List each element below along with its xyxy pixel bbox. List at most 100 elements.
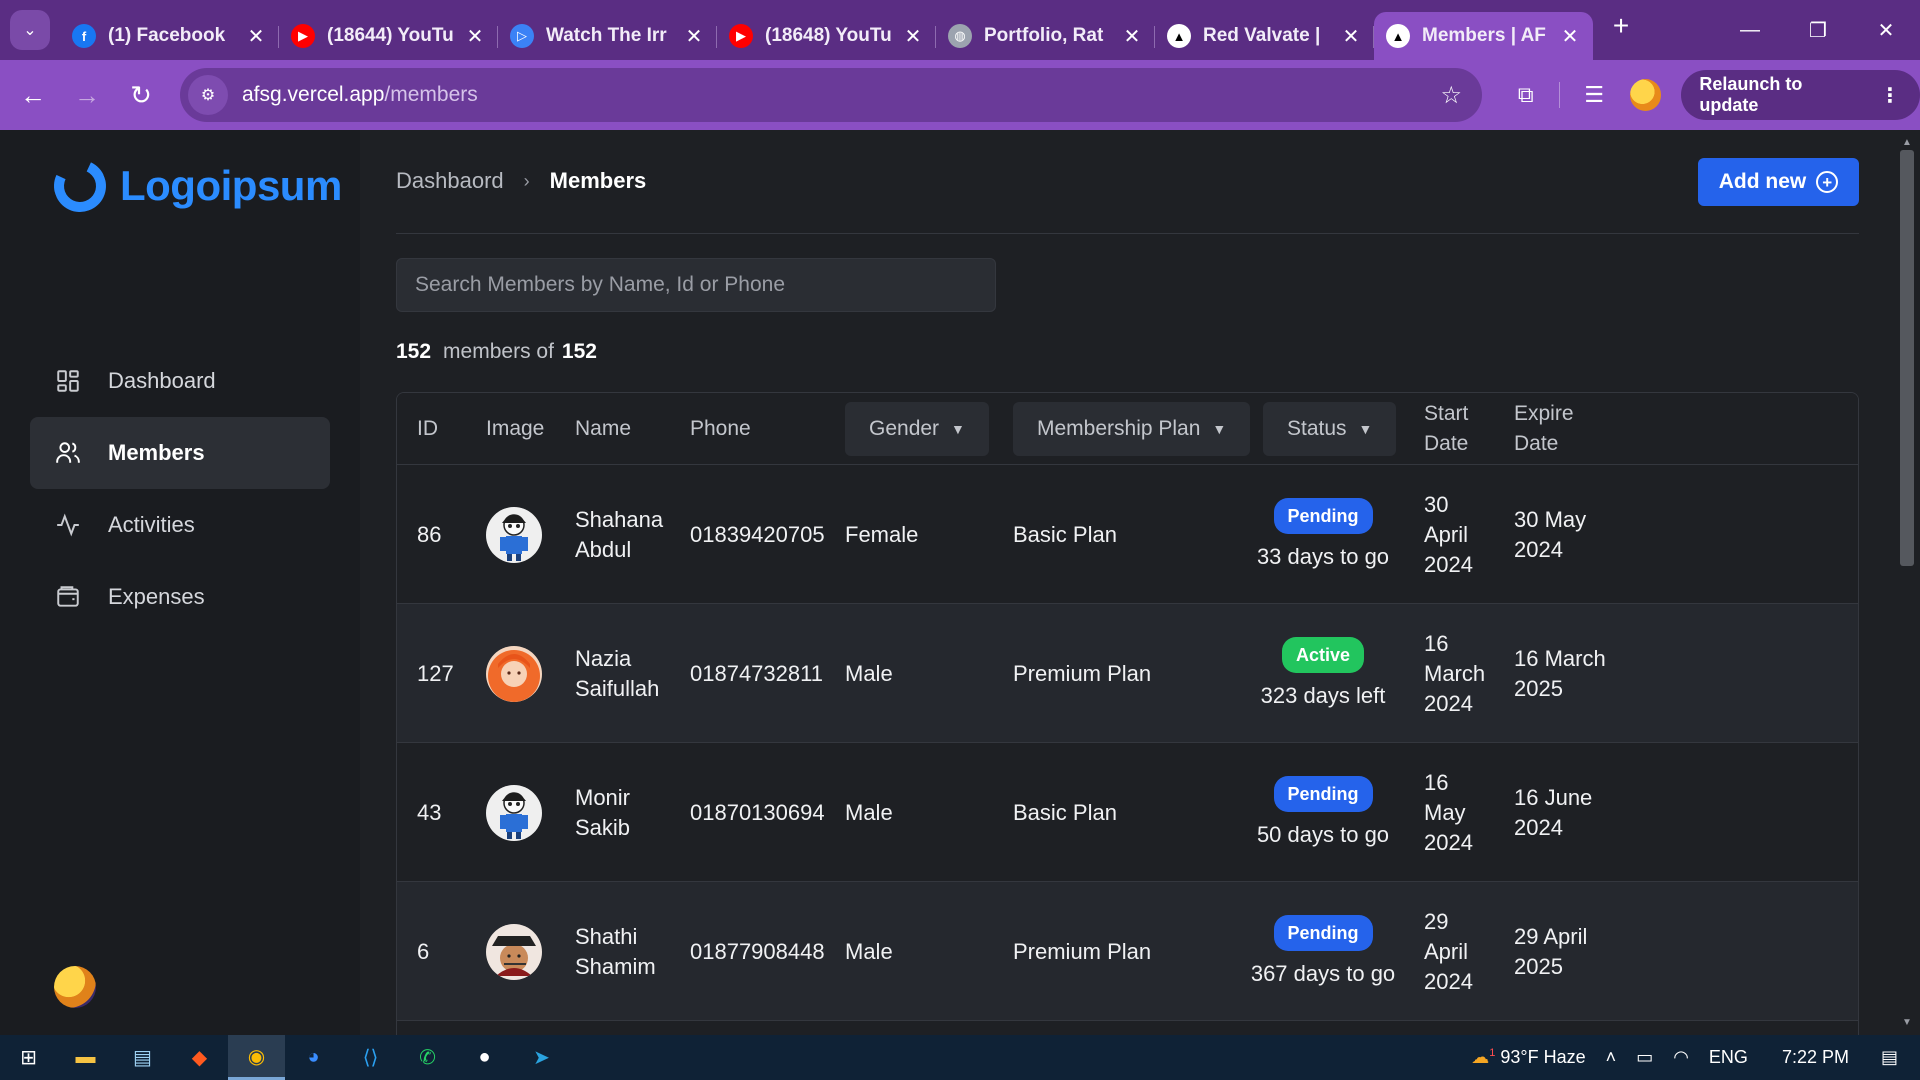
tab-title: Red Valvate | <box>1203 25 1321 46</box>
plus-circle-icon: + <box>1816 171 1839 193</box>
cell-name: Nazia Saifullah <box>575 645 660 701</box>
weather-badge: 1 <box>1489 1047 1496 1059</box>
address-bar[interactable]: ⚙ afsg.vercel.app/members ☆ <box>180 68 1482 122</box>
taskbar-file-explorer[interactable]: ▬ <box>57 1035 114 1080</box>
column-header-name: Name <box>575 417 632 440</box>
taskbar-telegram[interactable]: ➤ <box>513 1035 570 1080</box>
taskbar-vscode[interactable]: ⟨⟩ <box>342 1035 399 1080</box>
tab-close-icon[interactable]: ✕ <box>1559 24 1581 49</box>
search-input[interactable] <box>396 258 996 312</box>
cell-phone: 01870130694 <box>690 799 825 825</box>
tab-close-icon[interactable]: ✕ <box>245 24 267 49</box>
gender-filter-dropdown[interactable]: Gender ▼ <box>845 402 989 456</box>
main-content: Dashbaord › Members Add new + 152 members… <box>360 130 1895 1035</box>
puzzle-icon: ⧉ <box>1517 82 1534 107</box>
table-body: 86 Shahana Abdul 01839420705 Female Basic Pl… <box>397 465 1858 1021</box>
sidebar-item-dashboard[interactable]: Dashboard <box>30 345 330 417</box>
tab-strip: f (1) Facebook ✕ ▶ (18644) YouTu ✕ ▷ Watch The … <box>60 0 1593 60</box>
cell-start-date: 29 April 2024 <box>1424 908 1473 994</box>
profile-avatar[interactable] <box>1629 79 1662 111</box>
tab-close-icon[interactable]: ✕ <box>683 24 705 49</box>
wifi-icon[interactable]: ◠ <box>1673 1047 1689 1068</box>
status-days: 33 days to go <box>1256 543 1390 569</box>
sidebar-item-members[interactable]: Members <box>30 417 330 489</box>
breadcrumb-current: Members <box>549 168 647 193</box>
minimize-button[interactable]: — <box>1716 0 1784 60</box>
cell-gender: Female <box>845 521 919 547</box>
weather-temp: 93°F <box>1500 1047 1539 1067</box>
status-filter-dropdown[interactable]: Status ▼ <box>1263 402 1397 456</box>
more-menu-icon: ⋮ <box>1880 84 1901 107</box>
dashboard-icon <box>54 367 82 395</box>
cell-id: 127 <box>417 660 454 686</box>
bookmark-star-button[interactable]: ☆ <box>1440 81 1462 110</box>
back-button[interactable]: ← <box>6 68 60 122</box>
taskbar-app[interactable]: ● <box>456 1035 513 1080</box>
language-indicator[interactable]: ENG <box>1709 1047 1748 1068</box>
taskbar-notepad[interactable]: ▤ <box>114 1035 171 1080</box>
column-header-expire-date: Expire Date <box>1514 402 1574 455</box>
cell-plan: Basic Plan <box>1013 521 1117 547</box>
site-settings-button[interactable]: ⚙ <box>188 75 228 115</box>
notifications-icon[interactable]: ▤ <box>1881 1047 1898 1068</box>
taskbar-chrome[interactable]: ◉ <box>228 1035 285 1080</box>
skeleton-avatar[interactable] <box>486 506 542 563</box>
shown-count: 152 <box>396 340 432 363</box>
battery-icon[interactable]: ▭ <box>1636 1047 1653 1068</box>
tab-close-icon[interactable]: ✕ <box>902 24 924 49</box>
weather-icon: ☁ <box>1471 1047 1490 1067</box>
scroll-up-arrow-icon[interactable]: ▲ <box>1900 137 1914 148</box>
browser-tab[interactable]: ▷ Watch The Irr ✕ <box>498 12 717 60</box>
tray-chevron-up-icon[interactable]: ˄ <box>1606 1047 1617 1068</box>
wallet-icon <box>54 583 82 611</box>
cell-name: Shathi Shamim <box>575 923 656 979</box>
browser-tab[interactable]: ▲ Red Valvate | ✕ <box>1155 12 1374 60</box>
skeleton-avatar[interactable] <box>486 784 542 841</box>
column-header-id: ID <box>417 417 438 440</box>
cell-start-date: 16 May 2024 <box>1424 769 1473 855</box>
browser-tab[interactable]: ▶ (18644) YouTu ✕ <box>279 12 498 60</box>
sidebar-item-activities[interactable]: Activities <box>30 489 330 561</box>
reload-button[interactable]: ↻ <box>114 68 168 122</box>
tab-close-icon[interactable]: ✕ <box>1121 24 1143 49</box>
table-row[interactable]: 6 Shathi Shamim 01877908448 Male Premium Pla… <box>397 882 1858 1021</box>
brave-icon: ◆ <box>191 1047 208 1069</box>
weather-widget[interactable]: ☁1 93°F Haze <box>1471 1047 1585 1068</box>
tab-close-icon[interactable]: ✕ <box>464 24 486 49</box>
relaunch-button[interactable]: Relaunch to update ⋮ <box>1681 70 1920 120</box>
start-button[interactable]: ⊞ <box>0 1035 57 1080</box>
add-new-button[interactable]: Add new + <box>1698 158 1859 206</box>
table-row[interactable]: 43 Monir Sakib 01870130694 Male Basic Plan Pe… <box>397 743 1858 882</box>
browser-tab[interactable]: ◍ Portfolio, Rat ✕ <box>936 12 1155 60</box>
table-row[interactable]: 127 Nazia Saifullah 01874732811 Male Premium… <box>397 604 1858 743</box>
breadcrumb-root-link[interactable]: Dashbaord <box>396 168 504 194</box>
playlist-icon: ☰ <box>1584 82 1604 107</box>
url-text[interactable]: afsg.vercel.app/members <box>242 83 478 107</box>
reading-list-button[interactable]: ☰ <box>1568 69 1619 121</box>
plan-filter-dropdown[interactable]: Membership Plan ▼ <box>1013 402 1251 456</box>
clock[interactable]: 7:22 PM <box>1782 1047 1849 1068</box>
taskbar-firefox[interactable]: ◕ <box>285 1035 342 1080</box>
extensions-button[interactable]: ⧉ <box>1500 69 1551 121</box>
taskbar-whatsapp[interactable]: ✆ <box>399 1035 456 1080</box>
logo[interactable]: Logoipsum <box>46 152 342 220</box>
browser-tab[interactable]: f (1) Facebook ✕ <box>60 12 279 60</box>
forward-button[interactable]: → <box>60 68 114 122</box>
taskbar-brave[interactable]: ◆ <box>171 1035 228 1080</box>
orange-hair-avatar[interactable] <box>486 645 542 702</box>
restore-button[interactable]: ❐ <box>1784 0 1852 60</box>
browser-tab[interactable]: ▲ Members | AF ✕ <box>1374 12 1593 60</box>
table-row[interactable]: 86 Shahana Abdul 01839420705 Female Basic Pl… <box>397 465 1858 604</box>
scroll-down-arrow-icon[interactable]: ▼ <box>1900 1017 1914 1028</box>
browser-tab[interactable]: ▶ (18648) YouTu ✕ <box>717 12 936 60</box>
scroll-thumb[interactable] <box>1900 150 1914 566</box>
new-tab-button[interactable]: + <box>1599 4 1643 48</box>
tab-close-icon[interactable]: ✕ <box>1340 24 1362 49</box>
cell-start-date: 16 March 2024 <box>1424 630 1486 716</box>
tab-search-button[interactable]: ⌄ <box>10 10 50 50</box>
pirate-avatar[interactable] <box>486 923 542 980</box>
cell-expire-date: 16 June 2024 <box>1514 784 1593 840</box>
close-window-button[interactable]: ✕ <box>1852 0 1920 60</box>
sidebar-item-expenses[interactable]: Expenses <box>30 561 330 633</box>
user-avatar[interactable] <box>54 966 96 1008</box>
